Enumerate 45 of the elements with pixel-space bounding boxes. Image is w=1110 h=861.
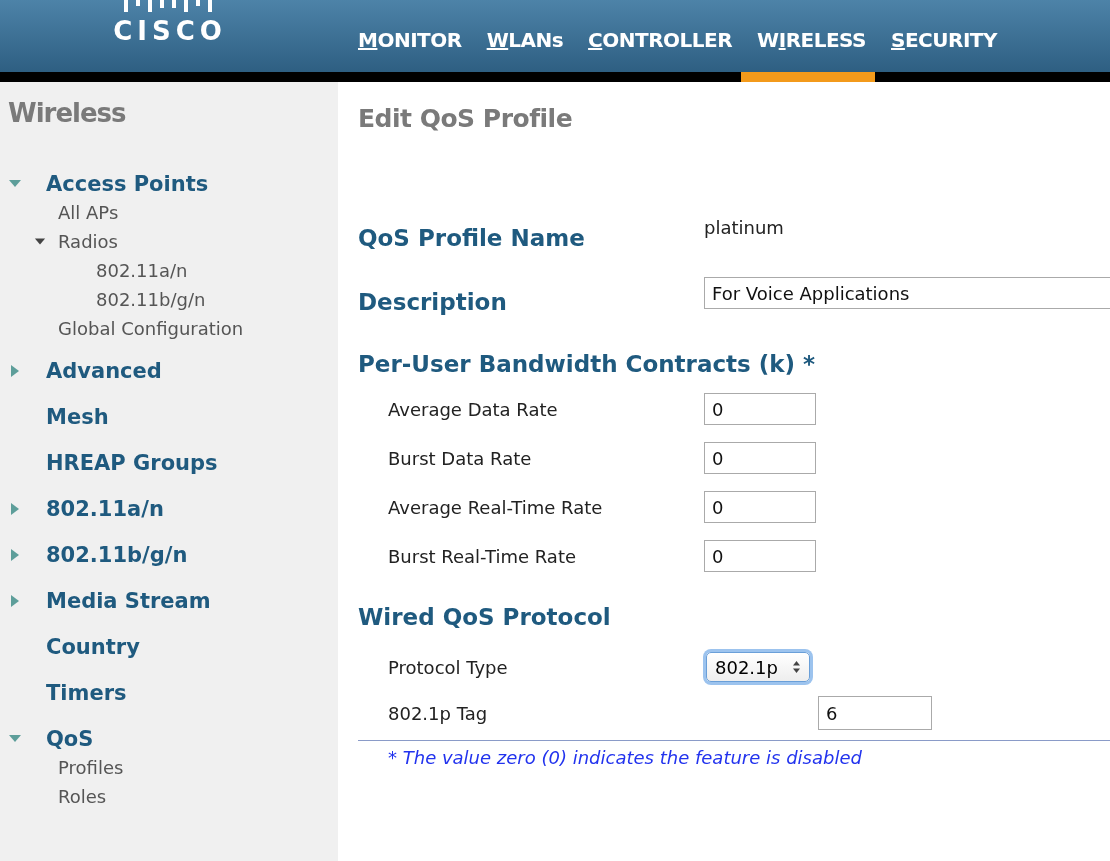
sidebar-subitem[interactable]: Roles [58, 786, 107, 807]
footnote: * The value zero (0) indicates the feature is disabled [388, 747, 863, 768]
field-label: Burst Real-Time Rate [387, 545, 577, 567]
sidebar-item[interactable]: 802.11a/n [46, 497, 164, 521]
sidebar-subitem[interactable]: Global Configuration [58, 318, 244, 339]
sidebar-item[interactable]: Mesh [46, 405, 109, 429]
nav-tab[interactable]: SECURITY [875, 0, 1006, 82]
field-label: Burst Data Rate [387, 447, 533, 469]
sidebar-item[interactable]: Timers [46, 681, 127, 705]
sidebar-item[interactable]: HREAP Groups [46, 451, 218, 475]
sidebar-item[interactable]: Advanced [46, 359, 162, 383]
sidebar-subitem[interactable]: 802.11a/n [96, 260, 188, 281]
field-label: QoS Profile Name [358, 225, 586, 251]
sidebar-item[interactable]: Media Stream [46, 589, 211, 613]
stepper-arrows-icon [791, 660, 801, 674]
nav-tab[interactable]: MONITOR [342, 0, 471, 82]
rate-field[interactable]: 0 [704, 393, 816, 425]
section-heading: Per-User Bandwidth Contracts (k) * [358, 351, 817, 377]
sidebar-item[interactable]: Country [46, 635, 140, 659]
field-label: Average Real-Time Rate [387, 496, 604, 518]
rate-field[interactable]: 0 [704, 491, 816, 523]
rate-field[interactable]: 0 [704, 540, 816, 572]
sidebar-subitem[interactable]: 802.11b/g/n [96, 289, 206, 310]
nav-tab[interactable]: WIRELESS [741, 0, 875, 82]
sidebar-title: Wireless [8, 98, 127, 128]
nav-tab[interactable]: WLANs [470, 0, 573, 82]
sidebar-item[interactable]: QoS [46, 727, 94, 751]
sidebar-subitem[interactable]: Profiles [58, 757, 124, 778]
field-label: Average Data Rate [387, 398, 559, 420]
field-label: 802.1p Tag [387, 702, 489, 724]
section-heading: Wired QoS Protocol [358, 604, 612, 630]
sidebar-item[interactable]: Access Points [46, 172, 209, 196]
protocol-type-select[interactable]: 802.1p [706, 652, 810, 682]
description-field[interactable]: For Voice Applications [704, 277, 1110, 309]
sidebar-subitem[interactable]: Radios [58, 231, 118, 252]
profile-name-value: platinum [704, 217, 784, 238]
field-label: Protocol Type [387, 656, 509, 678]
rate-field[interactable]: 0 [704, 442, 816, 474]
nav-tab[interactable]: CONTROLLER [572, 0, 742, 82]
tag-field[interactable]: 6 [818, 696, 932, 730]
logo-text: CISCO [113, 16, 227, 46]
field-label: Description [358, 289, 508, 315]
sidebar-item[interactable]: 802.11b/g/n [46, 543, 188, 567]
page-title: Edit QoS Profile [358, 104, 574, 133]
sidebar-subitem[interactable]: All APs [58, 202, 119, 223]
